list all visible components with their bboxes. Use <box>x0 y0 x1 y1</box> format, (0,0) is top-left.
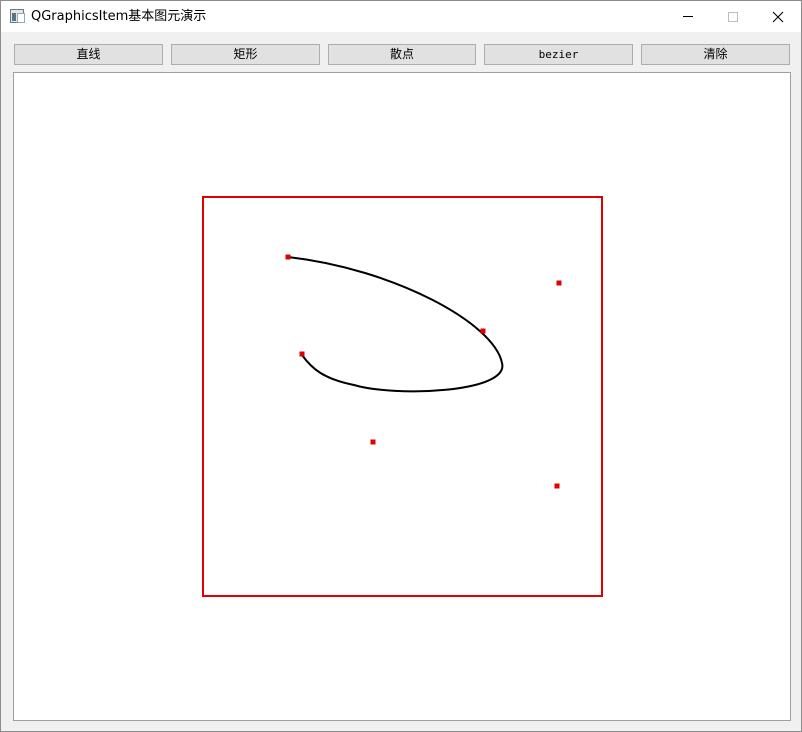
bezier-curve-item[interactable] <box>287 256 504 393</box>
minimize-icon <box>683 16 693 17</box>
title-bar[interactable]: QGraphicsItem基本图元演示 <box>1 1 801 32</box>
scatter-point[interactable] <box>370 439 376 445</box>
app-window-icon <box>10 9 25 23</box>
clear-button[interactable]: 清除 <box>641 44 790 65</box>
maximize-button[interactable] <box>710 1 756 32</box>
toolbar: 直线 矩形 散点 bezier 清除 <box>1 32 801 72</box>
rect-button[interactable]: 矩形 <box>171 44 320 65</box>
window-title: QGraphicsItem基本图元演示 <box>31 9 207 24</box>
minimize-button[interactable] <box>665 1 711 32</box>
scatter-point[interactable] <box>299 351 305 357</box>
scatter-point[interactable] <box>480 328 486 334</box>
rectangle-item[interactable] <box>202 196 603 597</box>
close-button[interactable] <box>755 1 801 32</box>
scatter-point[interactable] <box>556 280 562 286</box>
scatter-point[interactable] <box>554 483 560 489</box>
graphics-view[interactable] <box>13 72 791 721</box>
line-button[interactable]: 直线 <box>14 44 163 65</box>
close-icon <box>772 11 784 22</box>
scatter-point[interactable] <box>285 254 291 260</box>
bezier-button[interactable]: bezier <box>484 44 633 65</box>
maximize-icon <box>728 11 738 22</box>
scatter-button[interactable]: 散点 <box>328 44 476 65</box>
graphics-scene <box>202 196 603 597</box>
main-window: QGraphicsItem基本图元演示 直线 矩形 散点 bezier 清除 <box>0 0 802 732</box>
